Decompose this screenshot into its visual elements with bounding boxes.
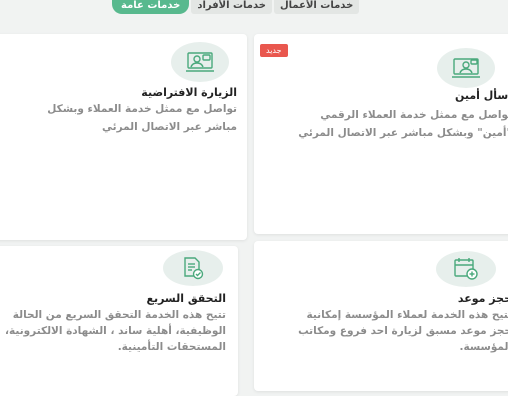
card-title: اسأل أمين <box>454 89 508 102</box>
document-check-icon <box>163 250 223 286</box>
service-card-virtual-visit[interactable]: الزيارة الافتراضية تواصل مع ممثل خدمة ال… <box>0 34 247 240</box>
service-card-ask-ameen[interactable]: جديد اسأل أمين تواصل مع ممثل خدمة العملا… <box>254 34 508 234</box>
tab-business-services[interactable]: خدمات الأعمال <box>273 0 360 14</box>
card-title: حجز موعد <box>457 292 508 305</box>
video-call-icon <box>171 42 229 82</box>
card-desc-line1: تواصل مع ممثل خدمة العملاء وبشكل <box>47 103 237 115</box>
service-tabs: خدمات عامة خدمات الأفراد خدمات الأعمال <box>110 0 360 14</box>
tab-individual-services[interactable]: خدمات الأفراد <box>191 0 272 14</box>
calendar-add-icon <box>436 251 496 287</box>
tab-general-services[interactable]: خدمات عامة <box>112 0 190 14</box>
service-card-book-appointment[interactable]: حجز موعد تتيح هذه الخدمة لعملاء المؤسسة … <box>254 241 508 391</box>
service-card-quick-check[interactable]: التحقق السريع تتيح هذه الخدمة التحقق الس… <box>0 246 238 396</box>
card-desc-line3: المستحقات التأمينية. <box>117 341 226 353</box>
card-desc-line2: "أمين" وبشكل مباشر عبر الاتصال المرئي <box>298 127 508 139</box>
card-title: الزيارة الافتراضية <box>141 86 237 99</box>
video-chat-icon <box>437 48 495 88</box>
card-title: التحقق السريع <box>146 292 226 305</box>
card-desc-line1: تواصل مع ممثل خدمة العملاء الرقمي <box>320 109 508 121</box>
new-badge: جديد <box>260 44 288 57</box>
card-desc-line2: مباشر عبر الاتصال المرئي <box>102 121 237 133</box>
card-desc-line3: المؤسسة. <box>459 341 508 353</box>
